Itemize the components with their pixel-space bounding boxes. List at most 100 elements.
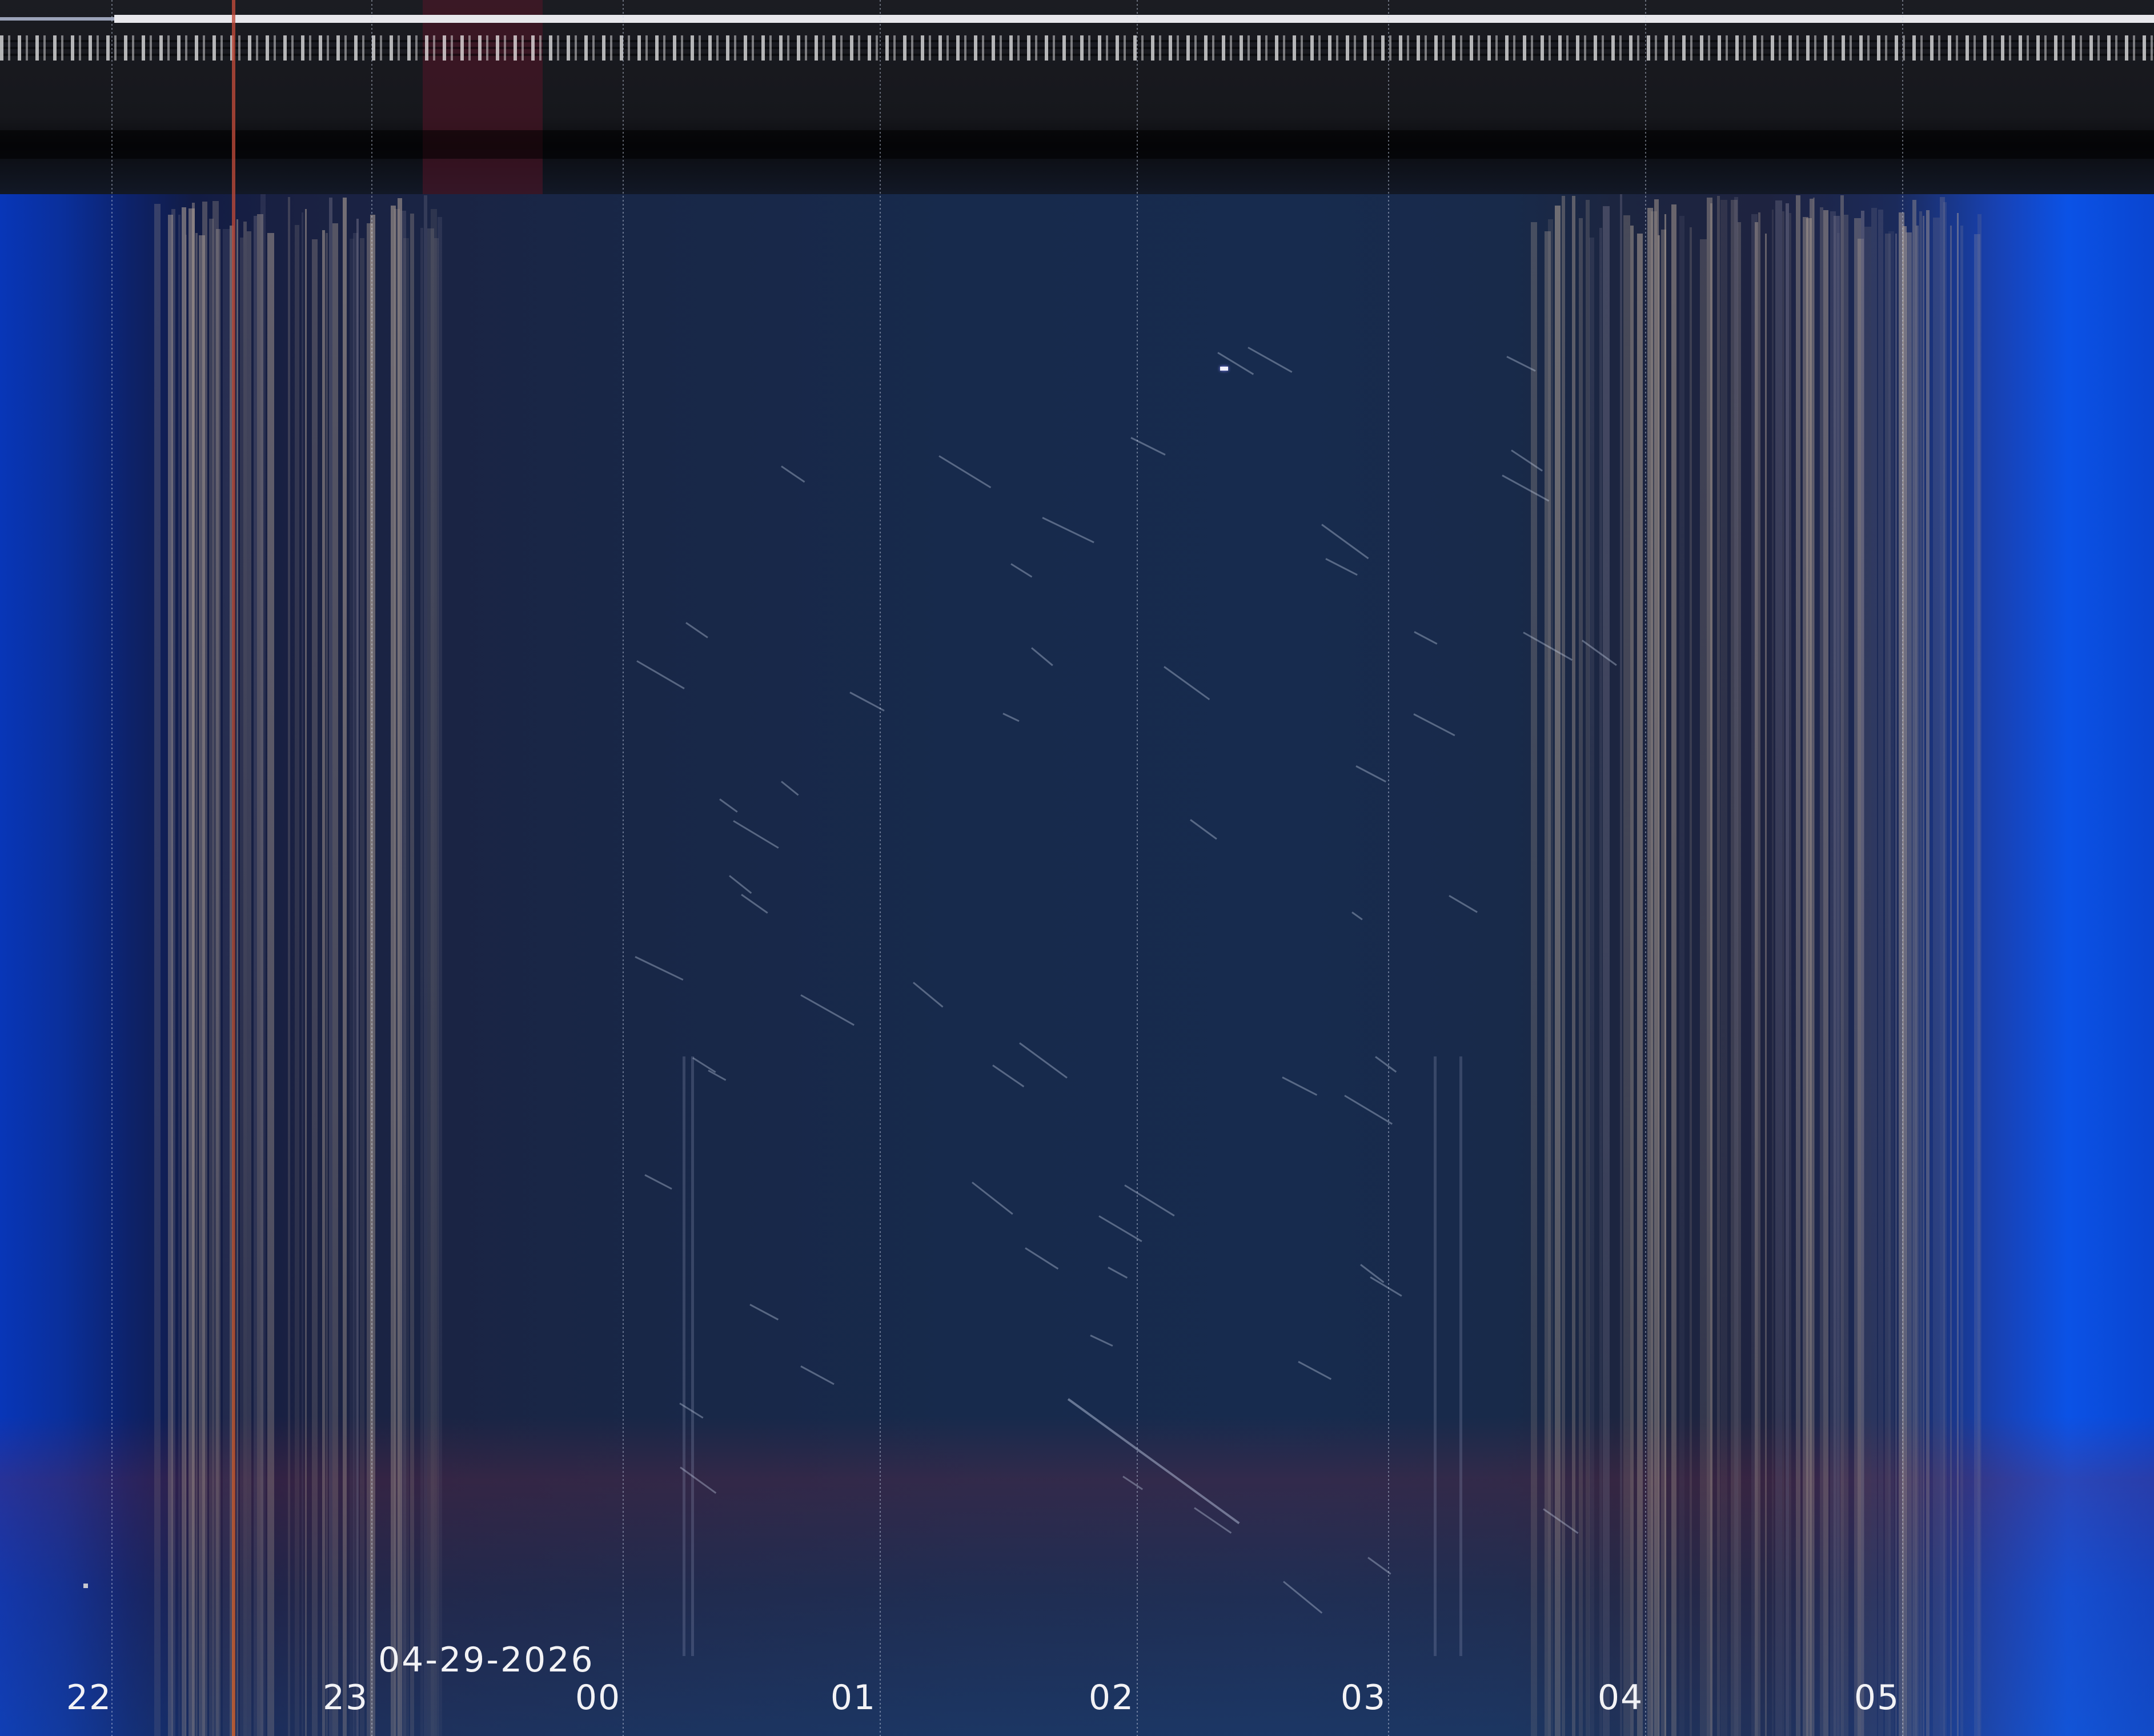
gridline (111, 0, 113, 1736)
cloud-stripe (1690, 227, 1692, 1736)
cloud-stripe (1765, 234, 1767, 1736)
hour-label-04: 04 (1597, 1678, 1644, 1718)
hour-label-00: 00 (575, 1678, 621, 1718)
cloud-stripe (1782, 211, 1784, 1736)
cloud-stripe (1957, 213, 1959, 1736)
cloud-stripe (356, 219, 359, 1736)
cloud-stripe (1599, 228, 1602, 1736)
cloud-stripe (1671, 204, 1676, 1736)
cloud-stripe (1950, 226, 1952, 1736)
hour-label-05: 05 (1854, 1678, 1900, 1718)
cloud-stripe (1919, 211, 1922, 1736)
header-dark-band (0, 130, 2154, 159)
cloud-stripe (1548, 219, 1553, 1736)
gridline (1645, 0, 1646, 1736)
bright-object (1220, 367, 1228, 371)
cloud-stripe (260, 194, 266, 1736)
gridline (371, 0, 372, 1736)
cloud-stripe (1555, 206, 1561, 1736)
cloud-stripe (343, 198, 347, 1736)
cloud-stripe (332, 223, 338, 1736)
cloud-stripe (295, 225, 299, 1736)
cloud-stripe (312, 239, 318, 1736)
header-red-zone (423, 0, 543, 194)
cloud-stripe (267, 233, 274, 1736)
red-vertical-line (232, 0, 235, 1736)
cloud-stripe (236, 219, 238, 1736)
left-dot (83, 1584, 88, 1588)
cloud-stripe (305, 209, 307, 1736)
cloud-stripe (192, 203, 195, 1736)
cloud-stripe (202, 202, 207, 1736)
hour-label-03: 03 (1340, 1678, 1387, 1718)
cloud-stripe (1720, 200, 1727, 1736)
cloud-stripe (1589, 238, 1594, 1736)
cloud-stripe (1878, 210, 1883, 1736)
cloud-stripe (288, 197, 290, 1736)
light-streak (1434, 1056, 1437, 1656)
cloud-stripe (223, 229, 230, 1736)
cloud-stripe (1888, 231, 1894, 1736)
keogram-image: 04-29-2026 22 23 00 01 02 03 04 05 (0, 0, 2154, 1736)
cloud-stripe (1572, 196, 1575, 1736)
cloud-stripe (1717, 196, 1720, 1736)
cloud-stripe (154, 204, 161, 1736)
light-streak (691, 1056, 694, 1656)
header-line-left (0, 17, 114, 21)
light-streak (1459, 1056, 1462, 1656)
light-streak (683, 1056, 685, 1656)
cloud-stripe (1700, 239, 1707, 1736)
cloud-stripe (1895, 234, 1897, 1736)
gridline (1902, 0, 1903, 1736)
cloud-stripe (1603, 206, 1610, 1736)
cloud-stripe (1871, 208, 1877, 1736)
cloud-stripe (360, 238, 364, 1736)
cloud-stripe (216, 229, 220, 1736)
cloud-stripe (1658, 235, 1660, 1736)
cloud-stripe (420, 228, 423, 1736)
cloud-stripe (1864, 227, 1871, 1736)
cloud-stripe (1844, 215, 1848, 1736)
cloud-stripe (171, 209, 175, 1736)
gridline (623, 0, 624, 1736)
header-strip (0, 0, 2154, 194)
gridline (880, 0, 881, 1736)
cloud-stripe (322, 230, 325, 1736)
date-label: 04-29-2026 (378, 1640, 595, 1680)
cloud-stripe (195, 233, 198, 1736)
cloud-stripe (1772, 210, 1774, 1736)
cloud-stripe (1620, 194, 1622, 1736)
cloud-stripe (403, 238, 409, 1736)
cloud-stripe (1623, 215, 1630, 1736)
header-line (114, 15, 2154, 23)
hour-label-22: 22 (66, 1678, 113, 1718)
gridline (1388, 0, 1389, 1736)
cloud-stripe (1630, 226, 1634, 1736)
cloud-stripe (438, 217, 442, 1736)
cloud-stripe (1637, 234, 1643, 1736)
cloud-stripe (1710, 203, 1712, 1736)
cloud-stripe (1579, 218, 1583, 1736)
cloud-stripe (1679, 216, 1684, 1736)
cloud-stripe (247, 231, 251, 1736)
cloud-stripe (185, 235, 187, 1736)
cloud-stripe (410, 214, 414, 1736)
cloud-stripe (1813, 198, 1815, 1736)
hour-label-01: 01 (830, 1678, 877, 1718)
cloud-stripe (1977, 214, 1981, 1736)
cloud-stripe (1664, 214, 1666, 1736)
cloud-stripe (1933, 218, 1940, 1736)
cloud-stripe (178, 215, 180, 1736)
cloud-stripe (1796, 195, 1800, 1736)
cloud-stripe (1916, 226, 1919, 1736)
cloud-stripe (1926, 210, 1930, 1736)
cloud-stripe (1823, 210, 1828, 1736)
hour-label-23: 23 (322, 1678, 369, 1718)
cloud-stripe (1943, 202, 1947, 1736)
cloud-stripe (1738, 222, 1741, 1736)
hour-label-02: 02 (1088, 1678, 1135, 1718)
gridline (1137, 0, 1138, 1736)
cloud-stripe (1789, 213, 1791, 1736)
cloud-stripe (1906, 232, 1912, 1736)
cloud-stripe (302, 212, 303, 1736)
